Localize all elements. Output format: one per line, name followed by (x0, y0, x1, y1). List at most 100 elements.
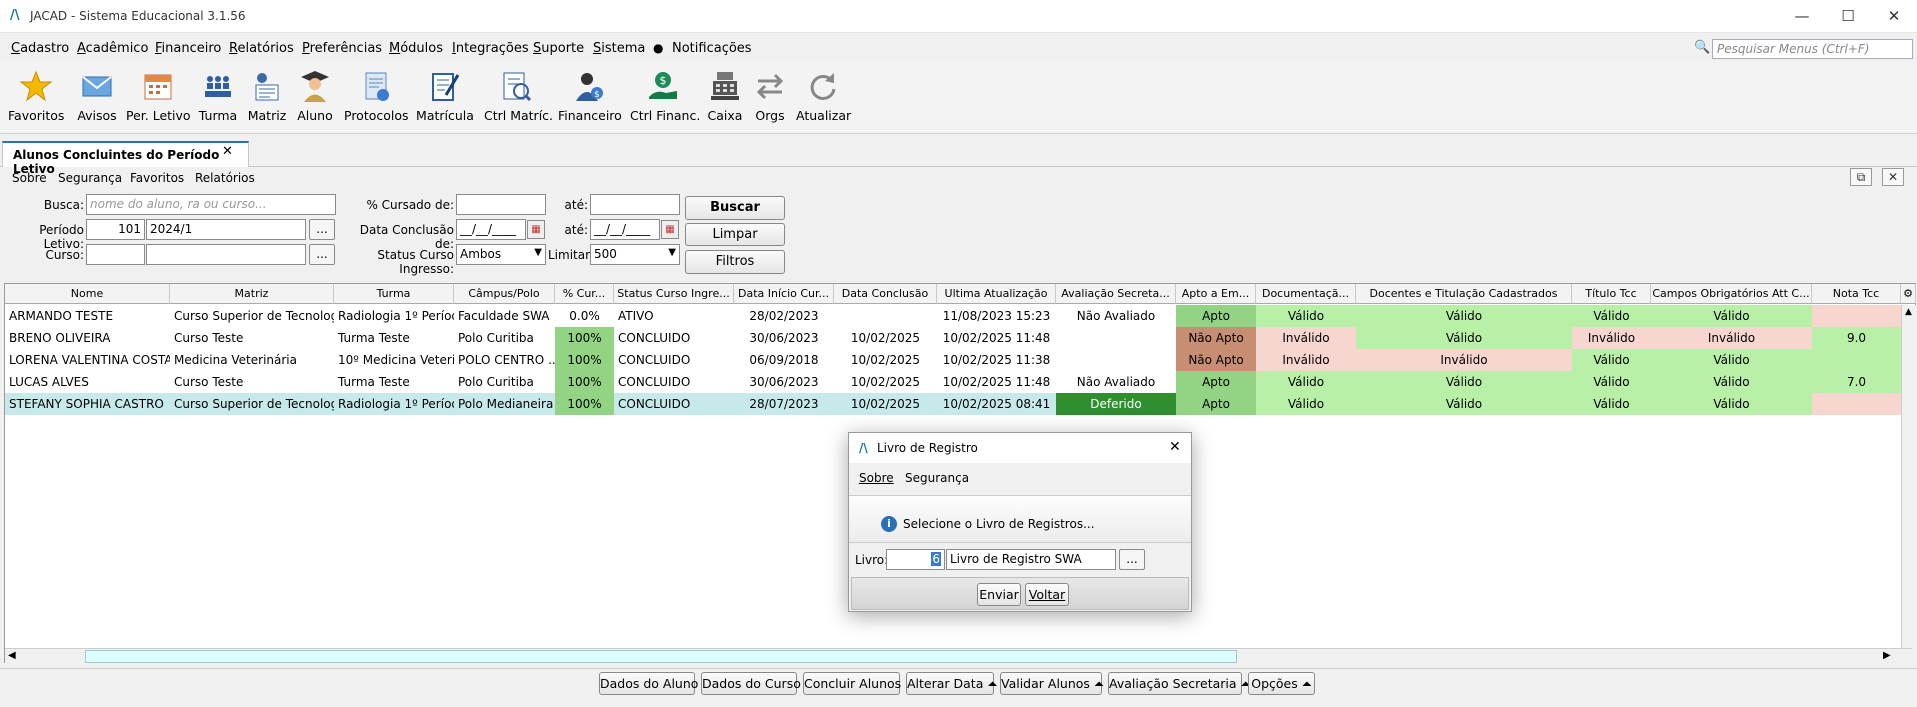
table-row-selected[interactable]: STEFANY SOPHIA CASTRO Curso Superior de … (5, 393, 1901, 415)
livro-code-input[interactable]: 6 (886, 549, 945, 570)
alterar-data-button[interactable]: Alterar Data ⏶ (906, 672, 997, 695)
dialog-title: Livro de Registro (877, 441, 978, 455)
busca-input[interactable]: nome do aluno, ra ou curso... (86, 194, 336, 215)
buscar-button[interactable]: Buscar (685, 196, 785, 220)
close-panel-icon[interactable]: ✕ (1882, 168, 1904, 186)
table-row[interactable]: ARMANDO TESTE Curso Superior de Tecnolog… (5, 305, 1901, 327)
col-turma[interactable]: Turma (334, 284, 454, 304)
dialog-menu-seguranca[interactable]: Segurança (905, 471, 969, 485)
menu-financeiro[interactable]: Financeiro (155, 41, 221, 56)
menu-suporte[interactable]: Suporte (533, 41, 584, 56)
calendar-to-icon[interactable]: ▦ (661, 220, 679, 239)
livro-name-input[interactable]: Livro de Registro SWA (946, 549, 1116, 570)
submenu-favoritos[interactable]: Favoritos (130, 171, 184, 185)
concluir-alunos-button[interactable]: Concluir Alunos (803, 672, 901, 695)
notification-bell-icon[interactable]: ● (653, 41, 663, 55)
voltar-button[interactable]: Voltar (1025, 583, 1069, 606)
data-conclusao-to-input[interactable]: __/__/____ (590, 219, 660, 240)
column-settings-icon[interactable]: ⚙ (1901, 284, 1916, 304)
col-nota-tcc[interactable]: Nota Tcc (1812, 284, 1901, 304)
col-status[interactable]: Status Curso Ingre... (614, 284, 734, 304)
table-row[interactable]: LUCAS ALVES Curso Teste Turma Teste Polo… (5, 371, 1901, 393)
opcoes-button[interactable]: Opções ⏶ (1248, 672, 1315, 695)
col-titulo-tcc[interactable]: Título Tcc (1572, 284, 1651, 304)
cell-apto: Não Apto (1176, 349, 1256, 371)
col-data-conclusao[interactable]: Data Conclusão (834, 284, 937, 304)
horizontal-scroll-thumb[interactable] (85, 650, 1237, 663)
toolbar-avisos-button[interactable]: Avisos (72, 69, 122, 129)
col-matriz[interactable]: Matriz (170, 284, 334, 304)
col-ultima-atualizacao[interactable]: Ultima Atualização (937, 284, 1056, 304)
tab-alunos-concluintes[interactable]: Alunos Concluintes do Período Letivo (2, 141, 249, 176)
cursado-to-input[interactable] (590, 194, 680, 215)
col-avaliacao[interactable]: Avaliação Secreta... (1056, 284, 1176, 304)
menu-modulos[interactable]: Módulos (389, 41, 443, 56)
submenu-seguranca[interactable]: Segurança (58, 171, 122, 185)
col-data-inicio[interactable]: Data Início Cur... (734, 284, 834, 304)
periodo-code-input[interactable]: 101 (86, 219, 145, 240)
menu-preferencias[interactable]: Preferências (302, 41, 382, 56)
cell-campos-obrigatorios: Válido (1651, 305, 1812, 327)
menu-relatorios[interactable]: Relatórios (229, 41, 294, 56)
table-row[interactable]: LORENA VALENTINA COSTA Medicina Veteriná… (5, 349, 1901, 371)
maximize-button[interactable]: ☐ (1826, 0, 1870, 33)
scroll-left-icon[interactable]: ◀ (8, 650, 16, 661)
limitar-select[interactable]: 500 ▼ (590, 244, 680, 265)
curso-name-input[interactable] (146, 244, 306, 265)
minimize-button[interactable]: — (1780, 0, 1824, 33)
toolbar-ctrl-financeiro-button[interactable]: $ Ctrl Financ. (630, 69, 700, 129)
toolbar-turma-button[interactable]: Turma (196, 69, 240, 129)
toolbar-financeiro-button[interactable]: $ Financeiro (558, 69, 622, 129)
toolbar-protocolos-button[interactable]: Protocolos (344, 69, 409, 129)
vertical-scrollbar[interactable]: ▲ ▼ (1901, 305, 1916, 663)
calendar-from-icon[interactable]: ▦ (527, 220, 545, 239)
toolbar-atualizar-button[interactable]: Atualizar (796, 69, 851, 129)
table-row[interactable]: BRENO OLIVEIRA Curso Teste Turma Teste P… (5, 327, 1901, 349)
scroll-up-icon[interactable]: ▲ (1905, 307, 1912, 317)
toolbar-orgs-button[interactable]: Orgs (752, 69, 788, 129)
toolbar-matriz-button[interactable]: Matriz (246, 69, 288, 129)
dados-aluno-button[interactable]: Dados do Aluno (599, 672, 698, 695)
status-curso-select[interactable]: Ambos ▼ (456, 244, 546, 265)
close-window-button[interactable]: ✕ (1872, 0, 1916, 33)
toolbar-caixa-button[interactable]: Caixa (704, 69, 746, 129)
toolbar-ctrl-matricula-button[interactable]: Ctrl Matríc. (484, 69, 553, 129)
submenu-relatorios[interactable]: Relatórios (195, 171, 255, 185)
col-documentacao[interactable]: Documentaçã... (1256, 284, 1356, 304)
dialog-close-icon[interactable]: ✕ (1169, 439, 1181, 455)
menu-notificacoes[interactable]: Notificações (672, 41, 752, 56)
toolbar-matricula-button[interactable]: Matrícula (416, 69, 474, 129)
tab-close-icon[interactable]: ✕ (222, 144, 233, 159)
toolbar-aluno-button[interactable]: Aluno (294, 69, 336, 129)
submenu-sobre[interactable]: Sobre (12, 171, 47, 185)
menu-academico[interactable]: Acadêmico (77, 41, 148, 56)
menu-search-input[interactable]: Pesquisar Menus (Ctrl+F) (1712, 39, 1913, 59)
avaliacao-secretaria-button[interactable]: Avaliação Secretaria ⏶ (1108, 672, 1251, 695)
col-nome[interactable]: Nome (5, 284, 170, 304)
livro-lookup-button[interactable]: ... (1119, 549, 1145, 570)
scroll-right-icon[interactable]: ▶ (1883, 650, 1891, 661)
cursado-from-input[interactable] (456, 194, 546, 215)
dados-curso-button[interactable]: Dados do Curso (701, 672, 801, 695)
data-conclusao-from-input[interactable]: __/__/____ (456, 219, 526, 240)
menu-integracoes[interactable]: Integrações (452, 41, 529, 56)
filtros-button[interactable]: Filtros (685, 250, 785, 274)
col-docentes[interactable]: Docentes e Titulação Cadastrados (1356, 284, 1572, 304)
enviar-button[interactable]: Enviar (977, 583, 1021, 606)
col-apto[interactable]: Apto a Em... (1176, 284, 1256, 304)
curso-code-input[interactable] (86, 244, 145, 265)
toolbar-periodo-letivo-button[interactable]: Per. Letivo (126, 69, 191, 129)
toolbar-favoritos-button[interactable]: Favoritos (8, 69, 64, 129)
validar-alunos-button[interactable]: Validar Alunos ⏶ (1000, 672, 1104, 695)
col-cursado[interactable]: % Cur... (555, 284, 614, 304)
periodo-lookup-button[interactable]: ... (309, 219, 335, 240)
periodo-value-input[interactable]: 2024/1 (146, 219, 306, 240)
limpar-button[interactable]: Limpar (685, 223, 785, 246)
horizontal-scrollbar[interactable]: ◀ ▶ (5, 648, 1912, 663)
menu-sistema[interactable]: Sistema (593, 41, 645, 56)
detach-window-icon[interactable]: ⧉ (1850, 168, 1872, 186)
dialog-menu-sobre[interactable]: Sobre (859, 471, 894, 485)
menu-cadastro[interactable]: Cadastro (11, 41, 69, 56)
col-campus[interactable]: Câmpus/Polo (454, 284, 555, 304)
col-campos-obrigatorios[interactable]: Campos Obrigatórios Att C... (1651, 284, 1812, 304)
